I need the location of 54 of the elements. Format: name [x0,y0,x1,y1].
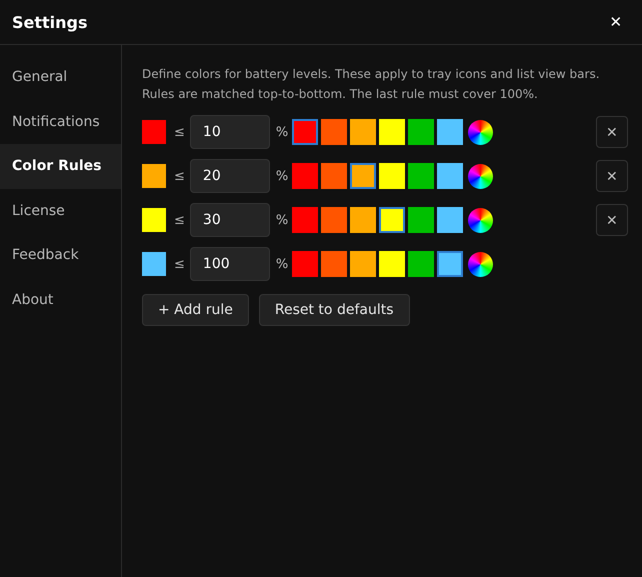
sidebar-item[interactable]: Color Rules [0,144,121,188]
palette-swatch[interactable] [321,163,348,189]
palette-swatch[interactable] [321,119,348,145]
reset-button[interactable]: Reset to defaults [258,294,410,326]
palette-swatch[interactable] [350,163,376,189]
palette-swatch[interactable] [379,251,406,277]
close-button[interactable]: ✕ [602,8,630,36]
palette-swatch[interactable] [350,207,376,233]
sidebar-item[interactable]: License [0,188,121,233]
sidebar-item[interactable]: General [0,55,121,100]
palette-swatch[interactable] [292,119,318,145]
palette-swatch[interactable] [350,251,376,277]
palette-swatch[interactable] [379,163,406,189]
palette-swatch[interactable] [408,119,434,145]
unit-label: % [276,212,288,228]
palette-swatch[interactable] [437,251,464,277]
operator-label: ≤ [174,124,185,140]
palette-swatch[interactable] [408,251,434,277]
palette-swatch[interactable] [379,207,406,233]
palette-swatch[interactable] [292,163,318,189]
description-text: Define colors for battery levels. These apply to tray icons and list view bars. Rules are matched top-to-bottom. The last rule must cover 100%. [142,66,601,103]
operator-label: ≤ [174,212,185,228]
palette-swatch[interactable] [437,119,464,145]
palette-swatch[interactable] [292,251,318,277]
operator-label: ≤ [174,168,185,184]
threshold-input[interactable]: 10 [190,115,270,149]
palette-swatch[interactable] [350,119,376,145]
palette-swatch[interactable] [292,207,318,233]
palette-swatch[interactable] [321,251,348,277]
sidebar-item[interactable]: About [0,278,121,322]
unit-label: % [276,256,288,272]
unit-label: % [276,124,288,140]
color-wheel-icon[interactable] [468,208,494,232]
remove-button[interactable]: ✕ [596,116,628,148]
unit-label: % [276,168,288,184]
sidebar-item[interactable]: Feedback [0,233,121,278]
window-title: Settings [12,12,88,32]
palette-swatch[interactable] [408,163,434,189]
sidebar-item[interactable]: Notifications [0,100,121,144]
remove-button[interactable]: ✕ [596,204,628,236]
palette-swatch[interactable] [437,163,464,189]
operator-label: ≤ [174,256,185,272]
color-wheel-icon[interactable] [468,120,494,144]
add-rule-button[interactable]: + Add rule [142,294,249,326]
threshold-input[interactable]: 100 [190,247,270,281]
palette-swatch[interactable] [408,207,434,233]
palette-swatch[interactable] [379,119,406,145]
color-wheel-icon[interactable] [468,252,494,276]
threshold-input[interactable]: 30 [190,203,270,237]
threshold-input[interactable]: 20 [190,159,270,193]
palette-swatch[interactable] [437,207,464,233]
remove-button[interactable]: ✕ [596,160,628,192]
palette-swatch[interactable] [321,207,348,233]
color-wheel-icon[interactable] [468,164,494,188]
